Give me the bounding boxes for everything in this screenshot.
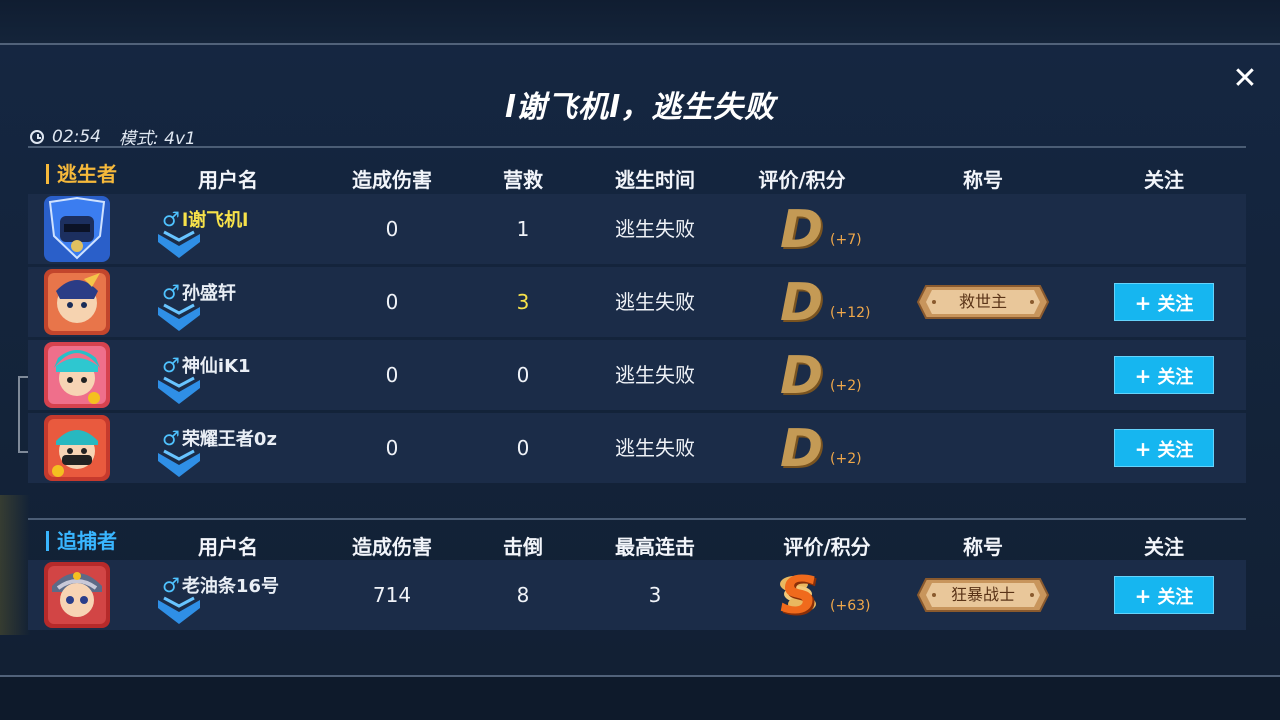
damage-value: 0 — [385, 290, 399, 314]
combo-value: 3 — [648, 583, 662, 607]
grade-letter: D — [780, 346, 824, 406]
male-icon: ♂ — [162, 426, 180, 450]
player-name: ♂ 孙盛轩 — [162, 280, 236, 304]
player-row: ♂ l谢飞机l 0 1 逃生失败 D (+7) — [28, 194, 1246, 264]
match-time: 02:54 — [52, 126, 101, 147]
male-icon: ♂ — [162, 353, 180, 377]
decorative-glow — [0, 495, 30, 635]
score-value: (+2) — [830, 378, 862, 394]
player-row: ♂ 孙盛轩 0 3 逃生失败 D (+12) 救世主 + 关注 — [28, 267, 1246, 337]
escape-time-value: 逃生失败 — [615, 436, 695, 460]
avatar[interactable] — [44, 342, 110, 408]
avatar[interactable] — [44, 196, 110, 262]
title-badge: 救世主 — [916, 284, 1050, 320]
title-badge-label: 救世主 — [958, 292, 1007, 311]
score-value: (+63) — [830, 598, 871, 614]
player-name: ♂ 荣耀王者0z — [162, 426, 277, 450]
avatar[interactable] — [44, 415, 110, 481]
follow-button[interactable]: + 关注 — [1114, 283, 1214, 321]
team-label-hunter: 追捕者 — [46, 531, 117, 551]
col-title: 称号 — [963, 168, 1003, 192]
grade-letter: D — [780, 200, 824, 260]
rank-chevron-icon — [158, 376, 200, 404]
damage-value: 0 — [385, 217, 399, 241]
col-grade: 评价/积分 — [783, 535, 871, 559]
col-follow: 关注 — [1144, 168, 1184, 192]
rank-chevron-icon — [158, 449, 200, 477]
plus-icon: + — [1134, 437, 1152, 461]
col-max-combo: 最高连击 — [615, 535, 695, 559]
avatar[interactable] — [44, 562, 110, 628]
divider — [28, 518, 1246, 520]
male-icon: ♂ — [162, 280, 180, 304]
plus-icon: + — [1134, 291, 1152, 315]
col-follow: 关注 — [1144, 535, 1184, 559]
rescue-value: 0 — [516, 363, 530, 387]
background-top-bar — [0, 0, 1280, 44]
col-damage: 造成伤害 — [352, 168, 432, 192]
player-name: ♂ 老油条16号 — [162, 573, 279, 597]
rank-chevron-icon — [158, 303, 200, 331]
avatar[interactable] — [44, 269, 110, 335]
col-damage: 造成伤害 — [352, 535, 432, 559]
grade-letter: D — [780, 419, 824, 479]
col-rescue: 营救 — [503, 168, 543, 192]
damage-value: 714 — [372, 583, 412, 607]
damage-value: 0 — [385, 436, 399, 460]
team-label-escaper: 逃生者 — [46, 164, 117, 184]
grade-letter: S — [780, 566, 818, 626]
col-title: 称号 — [963, 535, 1003, 559]
result-title: l谢飞机l，逃生失败 — [504, 90, 776, 125]
rescue-value: 1 — [516, 217, 530, 241]
score-value: (+2) — [830, 451, 862, 467]
background-bottom-bar — [0, 675, 1280, 720]
male-icon: ♂ — [162, 207, 180, 231]
rescue-value: 0 — [516, 436, 530, 460]
score-value: (+7) — [830, 232, 862, 248]
col-username: 用户名 — [198, 535, 258, 559]
damage-value: 0 — [385, 363, 399, 387]
grade-letter: D — [780, 273, 824, 333]
player-row: ♂ 神仙iK1 0 0 逃生失败 D (+2) + 关注 — [28, 340, 1246, 410]
col-grade: 评价/积分 — [758, 168, 846, 192]
knockdown-value: 8 — [516, 583, 530, 607]
player-row: ♂ 荣耀王者0z 0 0 逃生失败 D (+2) + 关注 — [28, 413, 1246, 483]
plus-icon: + — [1134, 364, 1152, 388]
col-escape-time: 逃生时间 — [615, 168, 695, 192]
hunter-header: 追捕者 用户名 造成伤害 击倒 最高连击 评价/积分 称号 关注 — [28, 523, 1246, 563]
score-value: (+12) — [830, 305, 871, 321]
player-name: ♂ 神仙iK1 — [162, 353, 251, 377]
title-badge: 狂暴战士 — [916, 577, 1050, 613]
party-bracket — [18, 376, 28, 453]
col-knockdown: 击倒 — [503, 535, 543, 559]
plus-icon: + — [1134, 584, 1152, 608]
escape-time-value: 逃生失败 — [615, 217, 695, 241]
follow-button[interactable]: + 关注 — [1114, 429, 1214, 467]
escape-time-value: 逃生失败 — [615, 363, 695, 387]
col-username: 用户名 — [198, 168, 258, 192]
rescue-value: 3 — [516, 290, 530, 314]
escaper-header: 逃生者 用户名 造成伤害 营救 逃生时间 评价/积分 称号 关注 — [28, 156, 1246, 196]
clock-icon — [30, 129, 44, 144]
player-row: ♂ 老油条16号 714 8 3 S (+63) 狂暴战士 + 关注 — [28, 560, 1246, 630]
escape-time-value: 逃生失败 — [615, 290, 695, 314]
title-badge-label: 狂暴战士 — [950, 585, 1015, 604]
player-name: ♂ l谢飞机l — [162, 207, 249, 231]
divider — [28, 146, 1246, 148]
rank-chevron-icon — [158, 596, 200, 624]
rank-chevron-icon — [158, 230, 200, 258]
male-icon: ♂ — [162, 573, 180, 597]
follow-button[interactable]: + 关注 — [1114, 576, 1214, 614]
follow-button[interactable]: + 关注 — [1114, 356, 1214, 394]
